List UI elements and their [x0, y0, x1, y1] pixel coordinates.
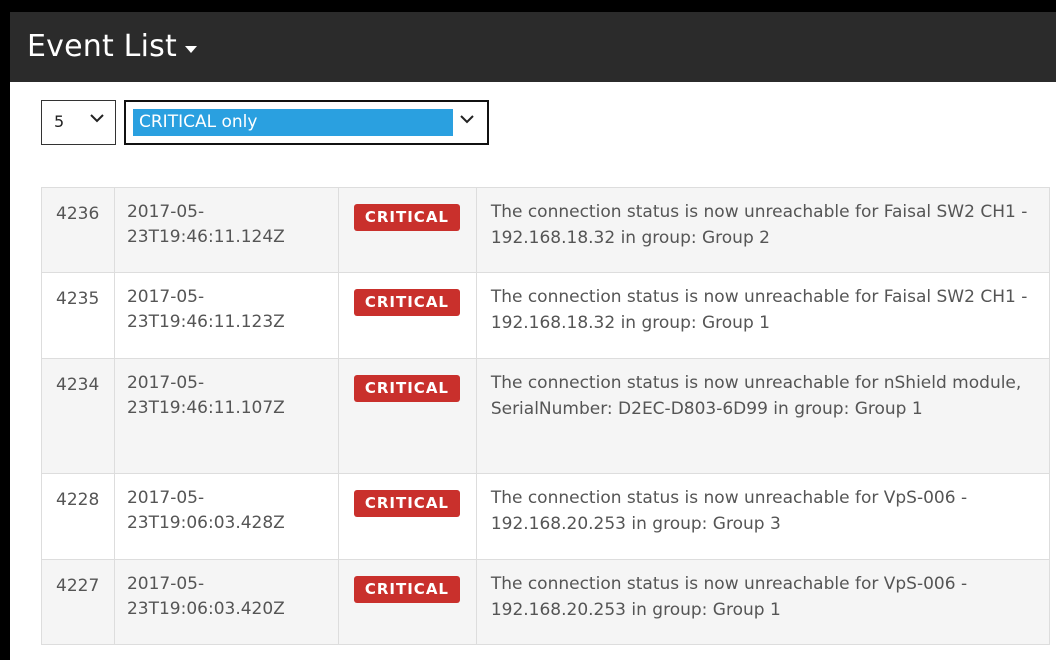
timestamp-date-part: 2017-05- — [126, 202, 205, 222]
event-message: The connection status is now unreachable… — [475, 473, 1051, 560]
event-message: The connection status is now unreachable… — [475, 187, 1051, 273]
window-frame: Event List 5 CRITICAL only 4236 2017-05- 2… — [0, 12, 1056, 660]
event-table: 4236 2017-05- 23T19:46:11.124Z CRITICAL The … — [41, 187, 1051, 645]
event-message: The connection status is now unreachable… — [475, 358, 1051, 474]
event-id: 4227 — [41, 559, 115, 645]
event-id: 4234 — [41, 358, 115, 474]
event-timestamp: 2017-05- 23T19:06:03.420Z — [113, 559, 339, 645]
event-id: 4236 — [41, 187, 115, 273]
severity-filter-select[interactable]: CRITICAL only — [124, 100, 489, 145]
severity-badge: CRITICAL — [353, 204, 460, 231]
event-message: The connection status is now unreachable… — [475, 272, 1051, 359]
event-timestamp: 2017-05- 23T19:46:11.107Z — [113, 358, 339, 474]
timestamp-time-part: 23T19:06:03.428Z — [126, 512, 285, 533]
timestamp-date-part: 2017-05- — [126, 287, 205, 307]
table-row[interactable]: 4227 2017-05- 23T19:06:03.420Z CRITICAL The … — [41, 559, 1051, 645]
event-severity: CRITICAL — [337, 187, 477, 273]
table-row[interactable]: 4234 2017-05- 23T19:46:11.107Z CRITICAL The … — [41, 358, 1051, 474]
event-timestamp: 2017-05- 23T19:06:03.428Z — [113, 473, 339, 560]
severity-badge: CRITICAL — [353, 375, 460, 402]
severity-filter-value: CRITICAL only — [139, 112, 258, 132]
timestamp-time-part: 23T19:46:11.123Z — [126, 311, 285, 332]
timestamp-date-part: 2017-05- — [126, 373, 205, 393]
timestamp-date-part: 2017-05- — [126, 488, 205, 508]
timestamp-time-part: 23T19:46:11.107Z — [126, 397, 285, 418]
event-severity: CRITICAL — [337, 272, 477, 359]
timestamp-time-part: 23T19:46:11.124Z — [126, 226, 285, 247]
table-row[interactable]: 4228 2017-05- 23T19:06:03.428Z CRITICAL The … — [41, 473, 1051, 560]
timestamp-time-part: 23T19:06:03.420Z — [126, 598, 285, 619]
event-timestamp: 2017-05- 23T19:46:11.124Z — [113, 187, 339, 273]
event-severity: CRITICAL — [337, 358, 477, 474]
panel-header: Event List — [10, 12, 1056, 82]
event-message: The connection status is now unreachable… — [475, 559, 1051, 645]
severity-badge: CRITICAL — [353, 289, 460, 316]
severity-badge: CRITICAL — [353, 576, 460, 603]
chevron-down-icon — [90, 112, 104, 127]
event-id: 4235 — [41, 272, 115, 359]
event-severity: CRITICAL — [337, 473, 477, 560]
caret-down-icon — [184, 46, 197, 53]
timestamp-date-part: 2017-05- — [126, 574, 205, 594]
event-id: 4228 — [41, 473, 115, 560]
chevron-down-icon — [460, 112, 474, 128]
table-row[interactable]: 4236 2017-05- 23T19:46:11.124Z CRITICAL The … — [41, 187, 1051, 273]
page-title: Event List — [27, 29, 177, 64]
count-select-value: 5 — [54, 112, 65, 131]
count-select[interactable]: 5 — [41, 100, 116, 145]
event-timestamp: 2017-05- 23T19:46:11.123Z — [113, 272, 339, 359]
event-list-title-dropdown[interactable]: Event List — [27, 29, 197, 64]
event-list-panel: Event List 5 CRITICAL only 4236 2017-05- 2… — [10, 12, 1056, 660]
table-row[interactable]: 4235 2017-05- 23T19:46:11.123Z CRITICAL The … — [41, 272, 1051, 359]
severity-badge: CRITICAL — [353, 490, 460, 517]
event-severity: CRITICAL — [337, 559, 477, 645]
